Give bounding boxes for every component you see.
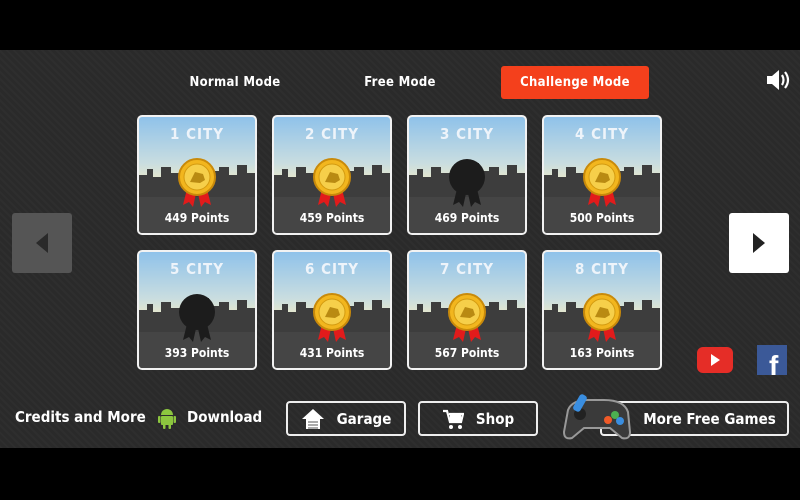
gold-medal-icon: [313, 158, 351, 207]
youtube-icon[interactable]: [697, 347, 733, 377]
level-points: 163 Points: [569, 346, 635, 360]
locked-medal-icon: [179, 294, 215, 342]
chevron-right-icon: [753, 233, 765, 253]
gold-medal-icon: [583, 293, 621, 342]
level-points: 567 Points: [434, 346, 500, 360]
locked-medal-icon: [449, 159, 485, 207]
tab-normal-mode[interactable]: Normal Mode: [175, 66, 295, 99]
garage-button[interactable]: Garage: [286, 401, 406, 436]
tab-challenge-mode[interactable]: Challenge Mode: [501, 66, 649, 99]
shop-button[interactable]: Shop: [418, 401, 538, 436]
tab-free-mode[interactable]: Free Mode: [340, 66, 460, 99]
level-name: 3 CITY: [440, 125, 494, 143]
level-points: 469 Points: [434, 211, 500, 225]
level-points: 449 Points: [164, 211, 230, 225]
speaker-icon[interactable]: [765, 68, 793, 96]
level-card[interactable]: 1 CITY 449 Points: [137, 115, 257, 235]
level-card[interactable]: 6 CITY 431 Points: [272, 250, 392, 370]
level-name: 7 CITY: [440, 260, 494, 278]
level-card[interactable]: 3 CITY 469 Points: [407, 115, 527, 235]
android-icon[interactable]: [157, 406, 177, 434]
game-screen: Normal Mode Free Mode Challenge Mode 1 C…: [0, 50, 800, 448]
level-card[interactable]: 5 CITY 393 Points: [137, 250, 257, 370]
garage-icon: [301, 408, 324, 429]
level-name: 8 CITY: [575, 260, 629, 278]
next-page-button[interactable]: [729, 213, 789, 273]
level-card[interactable]: 4 CITY 500 Points: [542, 115, 662, 235]
credits-link[interactable]: Credits and More: [15, 408, 146, 426]
garage-label: Garage: [336, 409, 392, 428]
gold-medal-icon: [583, 158, 621, 207]
level-name: 1 CITY: [170, 125, 224, 143]
download-link[interactable]: Download: [187, 408, 262, 426]
facebook-icon[interactable]: f: [757, 345, 787, 381]
previous-page-button[interactable]: [12, 213, 72, 273]
level-name: 4 CITY: [575, 125, 629, 143]
more-games-label: More Free Games: [643, 409, 776, 428]
level-points: 459 Points: [299, 211, 365, 225]
level-card[interactable]: 8 CITY 163 Points: [542, 250, 662, 370]
chevron-left-icon: [36, 233, 48, 253]
gamepad-icon: [560, 390, 632, 446]
level-points: 431 Points: [299, 346, 365, 360]
level-name: 5 CITY: [170, 260, 224, 278]
gold-medal-icon: [313, 293, 351, 342]
level-name: 6 CITY: [305, 260, 359, 278]
level-points: 393 Points: [164, 346, 230, 360]
shop-label: Shop: [475, 409, 515, 428]
level-card[interactable]: 7 CITY 567 Points: [407, 250, 527, 370]
cart-icon: [442, 409, 464, 429]
gold-medal-icon: [178, 158, 216, 207]
level-card[interactable]: 2 CITY 459 Points: [272, 115, 392, 235]
gold-medal-icon: [448, 293, 486, 342]
svg-text:f: f: [769, 350, 779, 375]
level-points: 500 Points: [569, 211, 635, 225]
level-name: 2 CITY: [305, 125, 359, 143]
